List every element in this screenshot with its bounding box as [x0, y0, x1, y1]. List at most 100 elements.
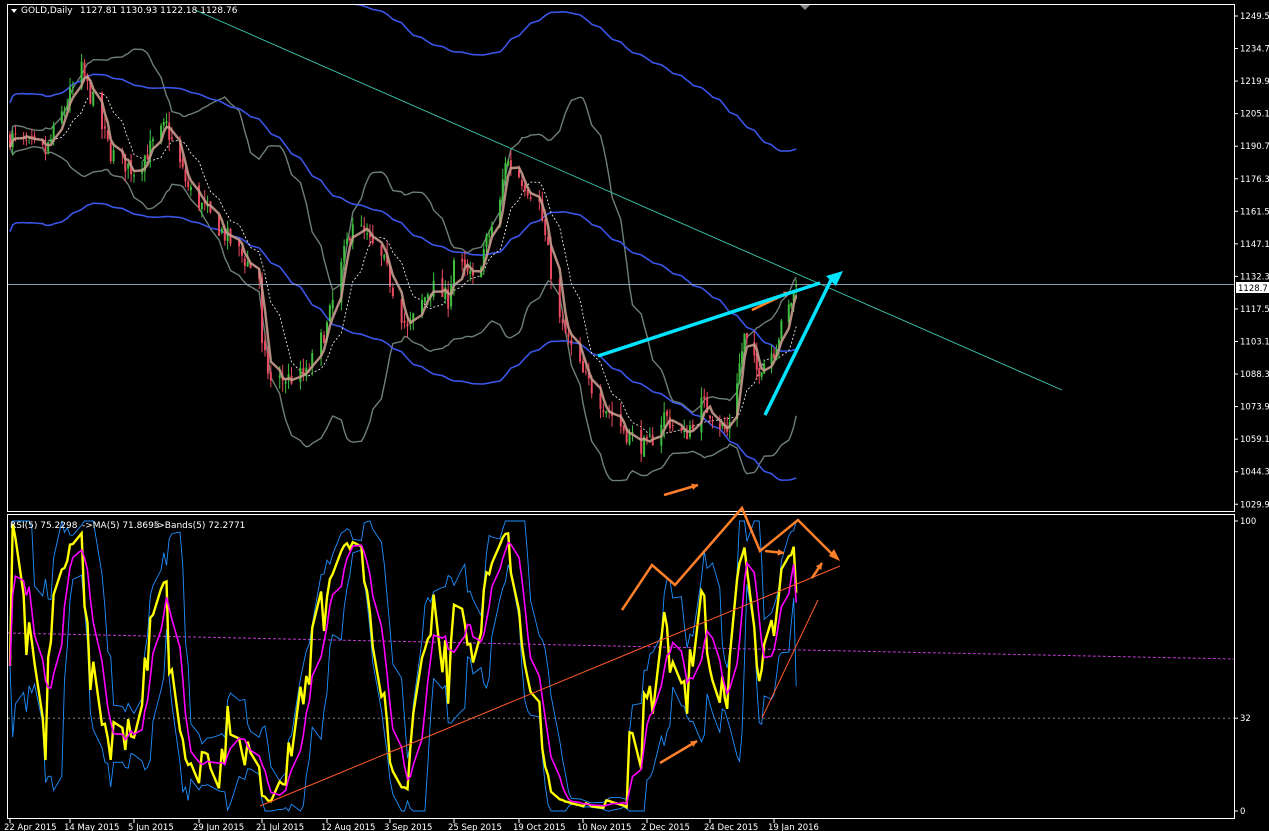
candle-body[interactable] — [453, 260, 455, 286]
candle-body[interactable] — [703, 396, 706, 399]
candle-body[interactable] — [570, 340, 573, 345]
candle-body[interactable] — [200, 202, 203, 209]
candle-body[interactable] — [602, 410, 605, 413]
candle-body[interactable] — [529, 197, 532, 200]
candle-body[interactable] — [790, 302, 793, 307]
candle-body[interactable] — [590, 380, 593, 394]
candle-body[interactable] — [269, 372, 272, 381]
candle-body[interactable] — [14, 133, 17, 135]
rsi-line[interactable] — [8, 523, 798, 810]
candle-body[interactable] — [691, 424, 694, 430]
candle-body[interactable] — [666, 410, 669, 416]
orange-arrow-rsi-2[interactable] — [659, 739, 698, 765]
candle-body[interactable] — [127, 163, 130, 169]
candle-body[interactable] — [671, 425, 674, 427]
candle-body[interactable] — [711, 420, 714, 422]
candle-body[interactable] — [663, 412, 666, 428]
candle-body[interactable] — [709, 415, 711, 419]
candle-body[interactable] — [605, 411, 608, 414]
candle-body[interactable] — [760, 372, 763, 377]
candle-body[interactable] — [758, 367, 761, 377]
candle-body[interactable] — [133, 175, 135, 177]
candle-body[interactable] — [400, 299, 403, 323]
candle-body[interactable] — [488, 235, 491, 237]
candle-body[interactable] — [520, 180, 523, 187]
candle-body[interactable] — [485, 235, 488, 247]
candle-body[interactable] — [523, 185, 526, 192]
candle-body[interactable] — [507, 161, 510, 166]
candle-body[interactable] — [168, 122, 171, 140]
candle-body[interactable] — [469, 271, 472, 274]
candle-body[interactable] — [101, 92, 103, 129]
candle-body[interactable] — [243, 258, 246, 267]
candle-body[interactable] — [403, 320, 406, 323]
candle-body[interactable] — [741, 351, 743, 364]
candle-body[interactable] — [181, 159, 184, 168]
candle-body[interactable] — [109, 142, 112, 162]
candle-body[interactable] — [648, 436, 651, 438]
candle-body[interactable] — [278, 375, 281, 378]
candle-body[interactable] — [383, 254, 386, 259]
candle-body[interactable] — [743, 333, 746, 351]
candle-body[interactable] — [187, 181, 190, 188]
candle-body[interactable] — [284, 381, 287, 384]
candle-body[interactable] — [504, 163, 507, 179]
rsi-trendline[interactable] — [259, 565, 841, 807]
candle-body[interactable] — [423, 297, 426, 303]
candle-body[interactable] — [299, 367, 302, 382]
candle-body[interactable] — [366, 233, 369, 235]
rsi-plot-area[interactable] — [8, 520, 1234, 812]
candle-body[interactable] — [745, 333, 748, 339]
candle-body[interactable] — [47, 141, 50, 152]
candle-body[interactable] — [501, 179, 504, 200]
candle-body[interactable] — [773, 354, 775, 358]
candle-body[interactable] — [266, 350, 269, 374]
candle-body[interactable] — [461, 259, 464, 262]
candle-body[interactable] — [680, 427, 683, 431]
dropdown-triangle-icon[interactable] — [11, 9, 17, 13]
candle-body[interactable] — [567, 333, 570, 338]
candle-body[interactable] — [391, 287, 394, 297]
candle-body[interactable] — [63, 110, 66, 113]
candle-body[interactable] — [346, 239, 349, 245]
candle-body[interactable] — [348, 238, 351, 241]
price-plot-area[interactable] — [8, 0, 1234, 497]
candle-body[interactable] — [561, 319, 564, 323]
candle-body[interactable] — [263, 340, 266, 351]
candle-body[interactable] — [343, 245, 346, 262]
candle-body[interactable] — [71, 86, 74, 88]
candle-body[interactable] — [83, 62, 86, 77]
candle-body[interactable] — [718, 423, 721, 429]
candle-body[interactable] — [151, 139, 154, 142]
candle-body[interactable] — [640, 429, 643, 454]
candle-body[interactable] — [112, 150, 115, 162]
candle-body[interactable] — [441, 278, 444, 297]
candle-body[interactable] — [92, 93, 95, 106]
candle-body[interactable] — [25, 139, 28, 141]
candle-body[interactable] — [582, 361, 584, 373]
candle-body[interactable] — [44, 146, 47, 155]
candle-body[interactable] — [220, 228, 223, 233]
descending-trendline[interactable] — [194, 9, 1063, 391]
orange-zigzag[interactable] — [620, 505, 837, 611]
candle-body[interactable] — [780, 320, 783, 340]
candle-body[interactable] — [406, 323, 409, 327]
candle-body[interactable] — [60, 111, 63, 123]
candle-body[interactable] — [189, 186, 192, 191]
candle-body[interactable] — [599, 393, 602, 409]
candle-body[interactable] — [466, 267, 469, 272]
candle-body[interactable] — [584, 371, 587, 373]
candle-body[interactable] — [103, 126, 106, 129]
shift-marker-icon[interactable] — [800, 5, 810, 10]
candle-body[interactable] — [700, 397, 703, 433]
candle-body[interactable] — [331, 299, 334, 309]
rsi-trendline-short[interactable] — [761, 599, 819, 719]
candle-body[interactable] — [170, 137, 173, 139]
candle-body[interactable] — [550, 246, 552, 280]
candle-body[interactable] — [738, 363, 741, 383]
candle-body[interactable] — [184, 169, 187, 182]
candle-body[interactable] — [380, 245, 383, 256]
candle-body[interactable] — [246, 261, 249, 267]
candle-body[interactable] — [165, 121, 168, 124]
candle-body[interactable] — [360, 225, 363, 227]
